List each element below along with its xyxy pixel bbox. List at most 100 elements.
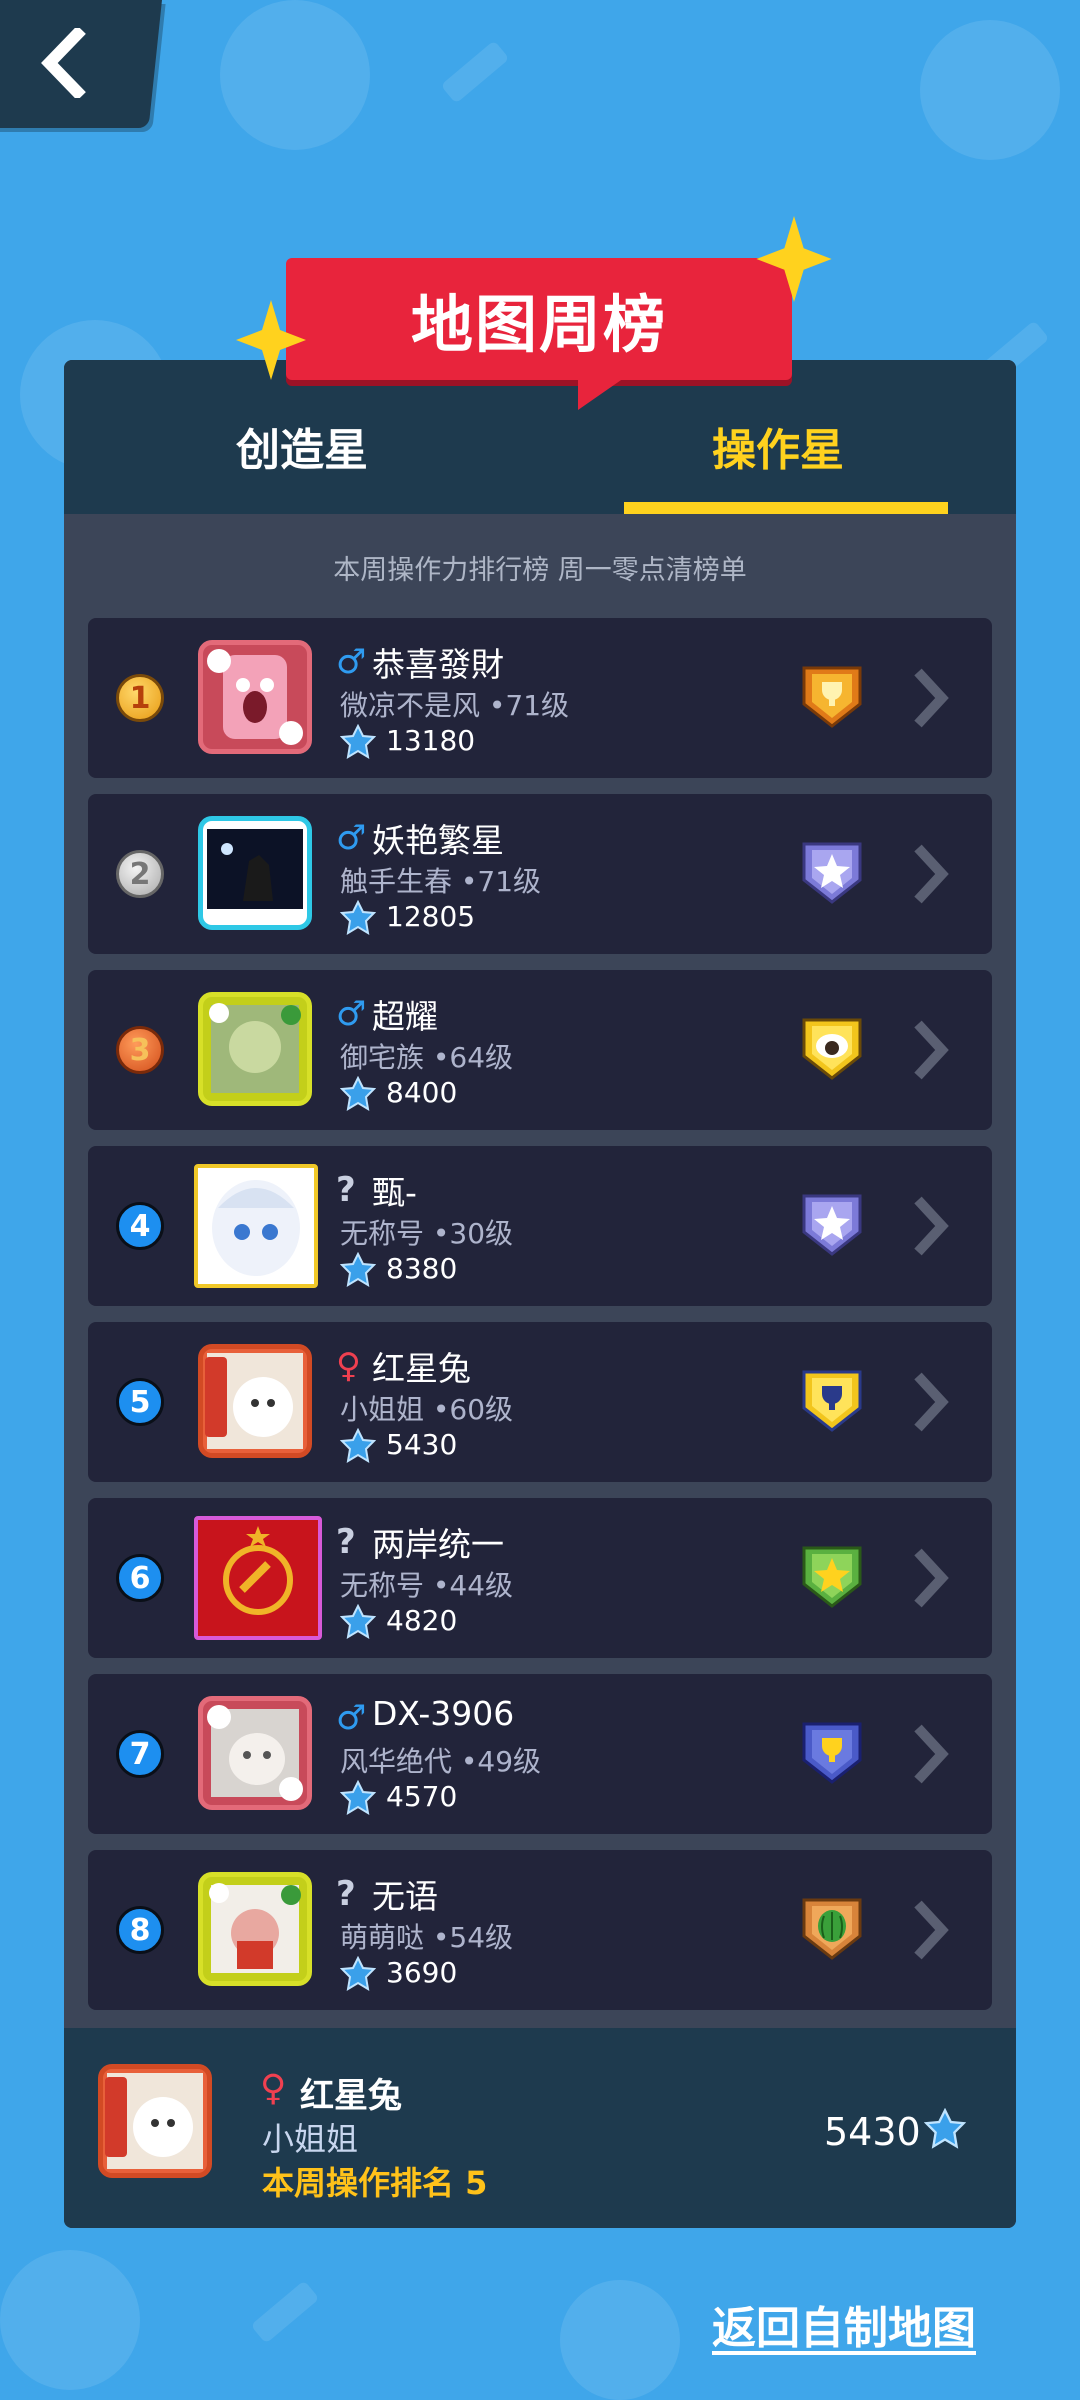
- female-icon: ♀: [260, 2068, 287, 2109]
- player-title-level: 萌萌哒 •54级: [340, 1921, 514, 1954]
- green-star-badge-icon: [802, 1546, 862, 1608]
- avatar: [198, 992, 312, 1106]
- leaderboard-row[interactable]: 2 ♂ 妖艳繁星 触手生春 •71级 12805: [88, 794, 992, 954]
- active-tab-indicator: [624, 502, 948, 514]
- avatar: [198, 816, 312, 930]
- sparkle-star-icon: [756, 216, 832, 302]
- chevron-right-icon[interactable]: [910, 1194, 950, 1258]
- leaderboard-row[interactable]: 3 ♂ 超耀 御宅族 •64级 8400: [88, 970, 992, 1130]
- chevron-right-icon[interactable]: [910, 1370, 950, 1434]
- player-title-level: 无称号 •30级: [340, 1217, 514, 1250]
- leaderboard-row[interactable]: 6 ? 两岸统一 无称号 •44级 4820: [88, 1498, 992, 1658]
- bg-hammer-decoration: [250, 2280, 320, 2344]
- chevron-right-icon[interactable]: [910, 842, 950, 906]
- rank-number: 7: [116, 1730, 164, 1778]
- sheep-badge-icon: [802, 1018, 862, 1080]
- blue-star-icon: [924, 2108, 966, 2149]
- leaderboard-row[interactable]: 1 ♂ 恭喜發財 微凉不是风 •71级 13180: [88, 618, 992, 778]
- chevron-right-icon[interactable]: [910, 666, 950, 730]
- blue-star-icon: [340, 1604, 376, 1639]
- leaderboard-row[interactable]: 5 ♀ 红星兔 小姐姐 •60级 5430: [88, 1322, 992, 1482]
- player-name: 无语: [372, 1877, 438, 1916]
- blue-star-icon: [340, 724, 376, 759]
- my-avatar[interactable]: [98, 2064, 212, 2178]
- player-name: 妖艳繁星: [372, 821, 504, 860]
- rank-medal: 3: [116, 1026, 164, 1074]
- title-banner: 地图周榜: [286, 258, 792, 410]
- leaderboard-panel: 创造星 操作星 本周操作力排行榜 周一零点清榜单 1 ♂ 恭喜發財 微凉不是风 …: [64, 360, 1016, 2228]
- avatar: [198, 1872, 312, 1986]
- player-score: 5430: [386, 1428, 458, 1461]
- blue-star-icon: [340, 900, 376, 935]
- avatar: [198, 1696, 312, 1810]
- player-score: 12805: [386, 900, 476, 933]
- player-name: 两岸统一: [372, 1525, 504, 1564]
- leaderboard-row[interactable]: 8 ? 无语 萌萌哒 •54级 3690: [88, 1850, 992, 2010]
- back-button[interactable]: [0, 0, 162, 128]
- player-score: 3690: [386, 1956, 458, 1989]
- player-title-level: 触手生春 •71级: [340, 865, 542, 898]
- player-title-level: 御宅族 •64级: [340, 1041, 514, 1074]
- player-name: 恭喜發財: [372, 645, 504, 684]
- rank-medal: 2: [116, 850, 164, 898]
- page-title: 地图周榜: [410, 288, 667, 361]
- unknown-gender-icon: ?: [336, 1522, 356, 1562]
- male-icon: ♂: [336, 818, 367, 858]
- unknown-gender-icon: ?: [336, 1170, 356, 1210]
- bg-bomb-decoration: [0, 2250, 140, 2390]
- my-title: 小姐姐: [262, 2120, 359, 2158]
- purple-star-badge-icon: [802, 1194, 862, 1256]
- chevron-right-icon[interactable]: [910, 1546, 950, 1610]
- leaderboard-row[interactable]: 4 ? 甄- 无称号 •30级 8380: [88, 1146, 992, 1306]
- tab-operator-star[interactable]: 操作星: [540, 414, 1016, 478]
- gold-trophy-badge-icon: [802, 666, 862, 728]
- avatar: [194, 1516, 322, 1640]
- watermelon-badge-icon: [802, 1898, 862, 1960]
- blue-star-icon: [340, 1428, 376, 1463]
- purple-star-badge-icon: [802, 842, 862, 904]
- player-name: 超耀: [372, 997, 438, 1036]
- player-title-level: 风华绝代 •49级: [340, 1745, 542, 1778]
- bg-bomb-decoration: [560, 2280, 680, 2400]
- leaderboard-row[interactable]: 7 ♂ DX-3906 风华绝代 •49级 4570: [88, 1674, 992, 1834]
- blue-star-icon: [340, 1076, 376, 1111]
- rank-medal: 1: [116, 674, 164, 722]
- avatar: [194, 1164, 318, 1288]
- bg-bomb-decoration: [920, 20, 1060, 160]
- male-icon: ♂: [336, 994, 367, 1034]
- return-custom-map-link[interactable]: 返回自制地图: [712, 2292, 976, 2356]
- female-icon: ♀: [336, 1346, 361, 1386]
- rank-number: 4: [116, 1202, 164, 1250]
- rank-number: 6: [116, 1554, 164, 1602]
- player-title-level: 小姐姐 •60级: [340, 1393, 514, 1426]
- my-score: 5430: [824, 2110, 921, 2154]
- my-rank-bar: ♀ 红星兔 小姐姐 本周操作排名 5 5430: [64, 2028, 1016, 2228]
- sparkle-star-icon: [236, 300, 306, 380]
- chevron-left-icon: [41, 28, 86, 98]
- my-weekly-rank: 本周操作排名 5: [262, 2164, 488, 2202]
- player-score: 13180: [386, 724, 476, 757]
- unknown-gender-icon: ?: [336, 1874, 356, 1914]
- chevron-right-icon[interactable]: [910, 1898, 950, 1962]
- blue-trophy-badge-icon: [802, 1722, 862, 1784]
- tab-bar: 创造星 操作星: [64, 360, 1016, 514]
- tab-creator-star[interactable]: 创造星: [64, 414, 540, 478]
- avatar: [198, 640, 312, 754]
- leaderboard-notice: 本周操作力排行榜 周一零点清榜单: [333, 555, 747, 586]
- player-score: 4570: [386, 1780, 458, 1813]
- player-title-level: 微凉不是风 •71级: [340, 689, 570, 722]
- player-name: 红星兔: [372, 1349, 471, 1388]
- blue-star-icon: [340, 1780, 376, 1815]
- player-score: 8380: [386, 1252, 458, 1285]
- chevron-right-icon[interactable]: [910, 1722, 950, 1786]
- blue-star-icon: [340, 1252, 376, 1287]
- player-title-level: 无称号 •44级: [340, 1569, 514, 1602]
- bg-bomb-decoration: [220, 0, 370, 150]
- avatar: [198, 1344, 312, 1458]
- my-name: 红星兔: [300, 2076, 402, 2116]
- male-icon: ♂: [336, 1698, 367, 1738]
- bg-hammer-decoration: [440, 40, 510, 104]
- player-name: 甄-: [372, 1173, 417, 1212]
- rank-number: 8: [116, 1906, 164, 1954]
- chevron-right-icon[interactable]: [910, 1018, 950, 1082]
